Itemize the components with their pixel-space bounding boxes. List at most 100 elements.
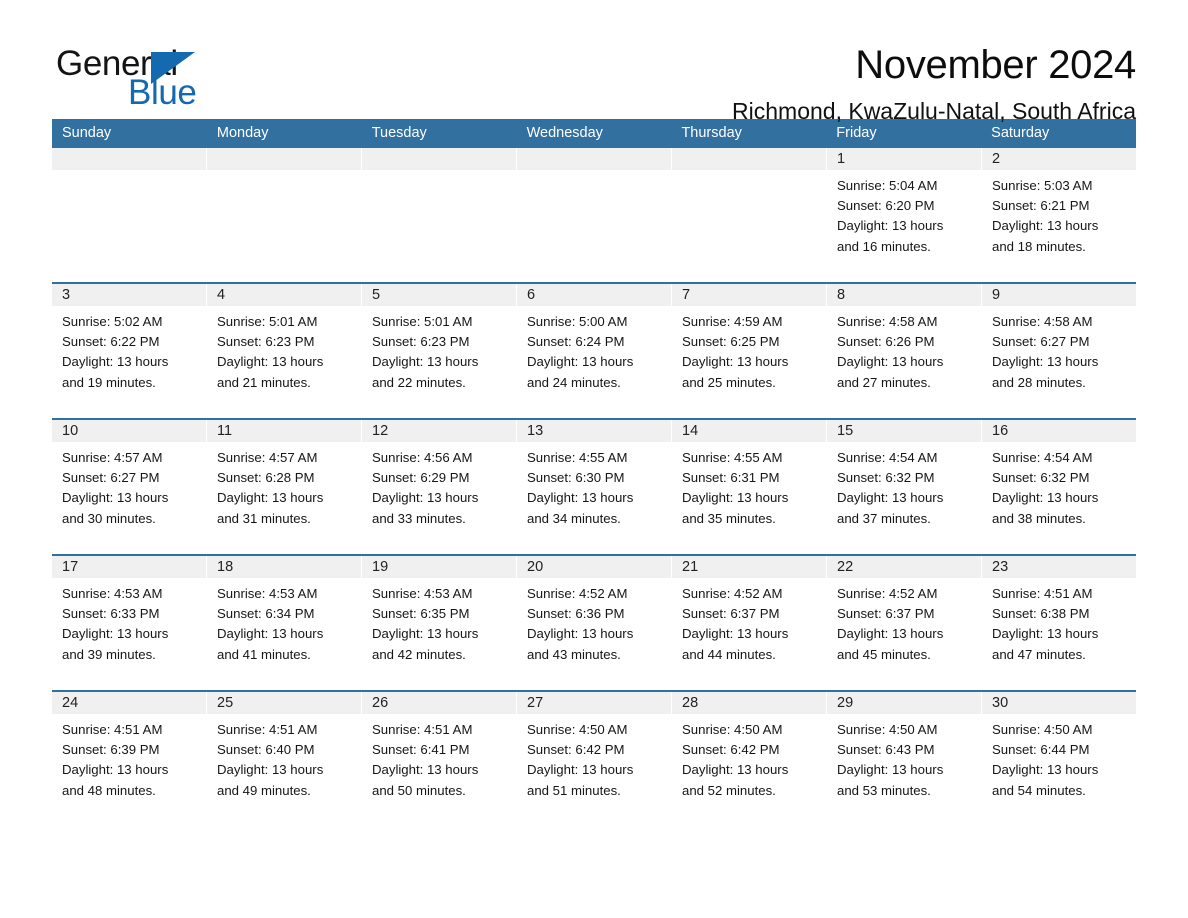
calendar-day-cell[interactable]: 4 Sunrise: 5:01 AM Sunset: 6:23 PM Daylight… <box>207 284 362 418</box>
calendar-day-cell[interactable]: 18 Sunrise: 4:53 AM Sunset: 6:34 PM Dayligh… <box>207 556 362 690</box>
calendar-day-cell[interactable]: 28 Sunrise: 4:50 AM Sunset: 6:42 PM Dayligh… <box>672 692 827 826</box>
sunrise-text: Sunrise: 4:51 AM <box>992 586 1093 601</box>
calendar-day-cell[interactable]: 16 Sunrise: 4:54 AM Sunset: 6:32 PM Dayligh… <box>982 420 1136 554</box>
dow-thursday: Thursday <box>681 125 742 141</box>
daylight-text-line1: Daylight: 13 hours <box>992 626 1099 642</box>
sunset-text: Sunset: 6:38 PM <box>992 606 1090 622</box>
daylight-text-line1: Daylight: 13 hours <box>992 490 1099 506</box>
calendar-week-row: 10 Sunrise: 4:57 AM Sunset: 6:27 PM Dayligh… <box>52 418 1136 554</box>
calendar-day-cell[interactable]: 21 Sunrise: 4:52 AM Sunset: 6:37 PM Dayligh… <box>672 556 827 690</box>
day-sun-info: Sunrise: 5:03 AM Sunset: 6:21 PM Daylight:… <box>982 170 1136 257</box>
calendar-day-cell[interactable]: 11 Sunrise: 4:57 AM Sunset: 6:28 PM Dayligh… <box>207 420 362 554</box>
daylight-text-line1: Daylight: 13 hours <box>837 490 944 506</box>
daylight-text-line1: Daylight: 13 hours <box>992 762 1099 778</box>
daylight-text-line2: and 31 minutes. <box>217 510 311 526</box>
daylight-text-line1: Daylight: 13 hours <box>682 490 789 506</box>
calendar-day-cell[interactable]: 12 Sunrise: 4:56 AM Sunset: 6:29 PM Dayligh… <box>362 420 517 554</box>
calendar-day-cell[interactable]: 29 Sunrise: 4:50 AM Sunset: 6:43 PM Dayligh… <box>827 692 982 826</box>
calendar-day-cell[interactable]: 23 Sunrise: 4:51 AM Sunset: 6:38 PM Dayligh… <box>982 556 1136 690</box>
day-sun-info: Sunrise: 4:52 AM Sunset: 6:37 PM Daylight:… <box>672 578 826 665</box>
calendar-day-cell[interactable]: 25 Sunrise: 4:51 AM Sunset: 6:40 PM Dayligh… <box>207 692 362 826</box>
daylight-text-line2: and 41 minutes. <box>217 646 311 662</box>
calendar-day-cell[interactable]: 3 Sunrise: 5:02 AM Sunset: 6:22 PM Daylight… <box>52 284 207 418</box>
day-sun-info: Sunrise: 4:50 AM Sunset: 6:43 PM Daylight:… <box>827 714 981 801</box>
day-sun-info: Sunrise: 4:53 AM Sunset: 6:33 PM Daylight:… <box>52 578 206 665</box>
calendar-day-cell[interactable]: 17 Sunrise: 4:53 AM Sunset: 6:33 PM Dayligh… <box>52 556 207 690</box>
calendar-day-cell[interactable]: 6 Sunrise: 5:00 AM Sunset: 6:24 PM Daylight… <box>517 284 672 418</box>
dow-wednesday: Wednesday <box>526 125 603 141</box>
sunset-text: Sunset: 6:42 PM <box>682 742 780 758</box>
calendar-day-cell[interactable]: 10 Sunrise: 4:57 AM Sunset: 6:27 PM Dayligh… <box>52 420 207 554</box>
day-sun-info: Sunrise: 4:52 AM Sunset: 6:36 PM Daylight:… <box>517 578 671 665</box>
day-sun-info: Sunrise: 5:04 AM Sunset: 6:20 PM Daylight:… <box>827 170 981 257</box>
daylight-text-line2: and 51 minutes. <box>527 782 621 798</box>
calendar-day-cell[interactable]: 2 Sunrise: 5:03 AM Sunset: 6:21 PM Daylight… <box>982 148 1136 282</box>
day-number: 13 <box>517 420 671 442</box>
calendar-day-cell[interactable]: 7 Sunrise: 4:59 AM Sunset: 6:25 PM Daylight… <box>672 284 827 418</box>
sunset-text: Sunset: 6:27 PM <box>62 470 160 486</box>
day-sun-info: Sunrise: 4:50 AM Sunset: 6:42 PM Daylight:… <box>517 714 671 801</box>
calendar-day-cell[interactable]: 15 Sunrise: 4:54 AM Sunset: 6:32 PM Dayligh… <box>827 420 982 554</box>
calendar-day-cell[interactable]: 1 Sunrise: 5:04 AM Sunset: 6:20 PM Daylight… <box>827 148 982 282</box>
day-sun-info: Sunrise: 4:52 AM Sunset: 6:37 PM Daylight:… <box>827 578 981 665</box>
day-number: 5 <box>362 284 516 306</box>
day-sun-info: Sunrise: 5:01 AM Sunset: 6:23 PM Daylight:… <box>362 306 516 393</box>
calendar-day-cell[interactable]: 30 Sunrise: 4:50 AM Sunset: 6:44 PM Dayligh… <box>982 692 1136 826</box>
sunset-text: Sunset: 6:30 PM <box>527 470 625 486</box>
day-number: 19 <box>362 556 516 578</box>
daylight-text-line2: and 49 minutes. <box>217 782 311 798</box>
calendar-day-cell[interactable]: 14 Sunrise: 4:55 AM Sunset: 6:31 PM Dayligh… <box>672 420 827 554</box>
daylight-text-line2: and 18 minutes. <box>992 238 1086 254</box>
sunrise-text: Sunrise: 5:03 AM <box>992 178 1093 193</box>
calendar-day-cell[interactable]: 13 Sunrise: 4:55 AM Sunset: 6:30 PM Dayligh… <box>517 420 672 554</box>
sunset-text: Sunset: 6:31 PM <box>682 470 780 486</box>
day-sun-info: Sunrise: 4:54 AM Sunset: 6:32 PM Daylight:… <box>827 442 981 529</box>
daylight-text-line1: Daylight: 13 hours <box>62 490 169 506</box>
calendar-day-cell[interactable]: 22 Sunrise: 4:52 AM Sunset: 6:37 PM Dayligh… <box>827 556 982 690</box>
sunrise-text: Sunrise: 4:50 AM <box>837 722 938 737</box>
sunrise-text: Sunrise: 5:02 AM <box>62 314 163 329</box>
day-number: 27 <box>517 692 671 714</box>
daylight-text-line1: Daylight: 13 hours <box>372 354 479 370</box>
daylight-text-line2: and 39 minutes. <box>62 646 156 662</box>
dow-friday: Friday <box>836 125 877 141</box>
sunset-text: Sunset: 6:20 PM <box>837 198 935 214</box>
day-number: 25 <box>207 692 361 714</box>
daylight-text-line2: and 24 minutes. <box>527 374 621 390</box>
logo-text-blue: Blue <box>128 73 197 112</box>
day-number: 29 <box>827 692 981 714</box>
sunset-text: Sunset: 6:33 PM <box>62 606 160 622</box>
calendar-day-cell[interactable]: 9 Sunrise: 4:58 AM Sunset: 6:27 PM Daylight… <box>982 284 1136 418</box>
sunrise-text: Sunrise: 4:55 AM <box>682 450 783 465</box>
calendar-day-cell[interactable]: 26 Sunrise: 4:51 AM Sunset: 6:41 PM Dayligh… <box>362 692 517 826</box>
daylight-text-line2: and 30 minutes. <box>62 510 156 526</box>
day-number <box>207 148 361 170</box>
day-number: 9 <box>982 284 1136 306</box>
day-sun-info: Sunrise: 4:56 AM Sunset: 6:29 PM Daylight:… <box>362 442 516 529</box>
sunset-text: Sunset: 6:39 PM <box>62 742 160 758</box>
day-number: 30 <box>982 692 1136 714</box>
sunset-text: Sunset: 6:23 PM <box>372 334 470 350</box>
sunrise-text: Sunrise: 5:01 AM <box>372 314 473 329</box>
day-number: 22 <box>827 556 981 578</box>
sunrise-text: Sunrise: 4:53 AM <box>372 586 473 601</box>
calendar-day-cell[interactable]: 5 Sunrise: 5:01 AM Sunset: 6:23 PM Daylight… <box>362 284 517 418</box>
calendar-day-cell[interactable]: 24 Sunrise: 4:51 AM Sunset: 6:39 PM Dayligh… <box>52 692 207 826</box>
day-number: 10 <box>52 420 206 442</box>
calendar-day-cell[interactable]: 27 Sunrise: 4:50 AM Sunset: 6:42 PM Dayligh… <box>517 692 672 826</box>
dow-tuesday: Tuesday <box>371 125 427 141</box>
sunrise-text: Sunrise: 4:53 AM <box>62 586 163 601</box>
calendar-day-cell[interactable]: 19 Sunrise: 4:53 AM Sunset: 6:35 PM Dayligh… <box>362 556 517 690</box>
general-blue-logo[interactable]: General Blue <box>56 44 236 116</box>
sunrise-text: Sunrise: 4:50 AM <box>992 722 1093 737</box>
sunset-text: Sunset: 6:36 PM <box>527 606 625 622</box>
day-number <box>517 148 671 170</box>
calendar-day-cell-empty <box>207 148 362 282</box>
daylight-text-line1: Daylight: 13 hours <box>217 354 324 370</box>
sunrise-text: Sunrise: 5:00 AM <box>527 314 628 329</box>
calendar-day-cell[interactable]: 20 Sunrise: 4:52 AM Sunset: 6:36 PM Dayligh… <box>517 556 672 690</box>
daylight-text-line1: Daylight: 13 hours <box>217 762 324 778</box>
calendar-day-cell[interactable]: 8 Sunrise: 4:58 AM Sunset: 6:26 PM Daylight… <box>827 284 982 418</box>
sunset-text: Sunset: 6:26 PM <box>837 334 935 350</box>
day-number <box>52 148 206 170</box>
